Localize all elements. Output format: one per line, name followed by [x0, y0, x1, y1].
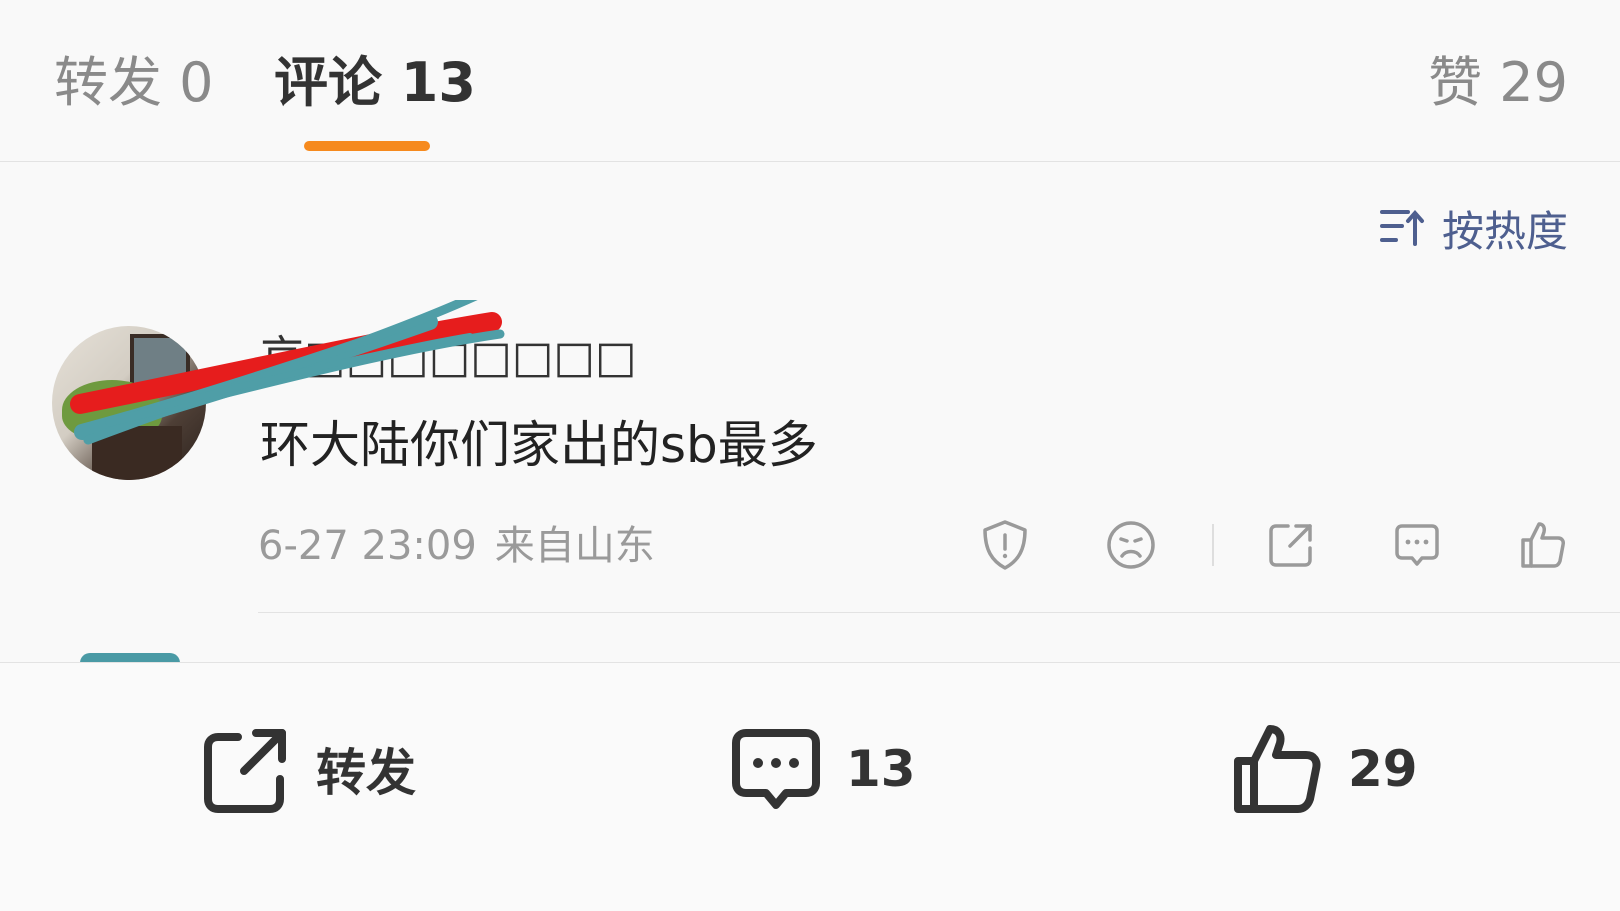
tab-comments[interactable]: 评论 13 [274, 48, 476, 118]
comment-location: 来自山东 [494, 523, 655, 569]
sort-by-popularity-button[interactable]: 按热度 [1378, 200, 1568, 256]
comment-meta: 6-27 23:09 来自山东 [258, 518, 655, 574]
like-post-button[interactable]: 29 [1230, 719, 1418, 819]
tab-repost[interactable]: 转发 0 [54, 48, 214, 118]
share-icon [1269, 524, 1312, 567]
comment-actions [976, 512, 1572, 578]
dislike-button[interactable] [1102, 516, 1160, 574]
comment-count: 13 [846, 740, 916, 798]
sort-label: 按热度 [1441, 206, 1568, 256]
like-icon [1521, 522, 1565, 568]
like-button[interactable] [1514, 516, 1572, 574]
repost-label: 转发 [316, 744, 416, 802]
action-divider [1212, 524, 1214, 566]
repost-icon [204, 729, 286, 813]
comment-button[interactable]: 13 [728, 719, 916, 819]
share-button[interactable] [1262, 516, 1320, 574]
thumbs-up-icon [1234, 725, 1321, 813]
bottom-action-bar: 转发 13 29 [0, 662, 1620, 911]
comment-item: 京□□□□□□□□ 环大陆你们家出的sb最多 6-27 23:09 来自山东 [0, 300, 1620, 615]
comment-date: 6-27 23:09 [258, 523, 477, 569]
active-tab-indicator [304, 141, 430, 151]
like-count: 29 [1348, 740, 1418, 798]
reply-icon [1395, 524, 1439, 566]
reply-button[interactable] [1388, 516, 1446, 574]
report-button[interactable] [976, 516, 1034, 574]
comment-icon [732, 729, 820, 809]
dislike-icon [1107, 521, 1155, 569]
report-icon [983, 520, 1027, 570]
sort-ascending-icon [1379, 209, 1424, 246]
comment-tabs: 转发 0 评论 13 赞 29 [0, 0, 1620, 162]
tab-likes[interactable]: 赞 29 [1428, 48, 1568, 118]
comment-text: 环大陆你们家出的sb最多 [260, 416, 818, 474]
repost-button[interactable]: 转发 [198, 719, 416, 819]
comment-divider [258, 612, 1620, 613]
